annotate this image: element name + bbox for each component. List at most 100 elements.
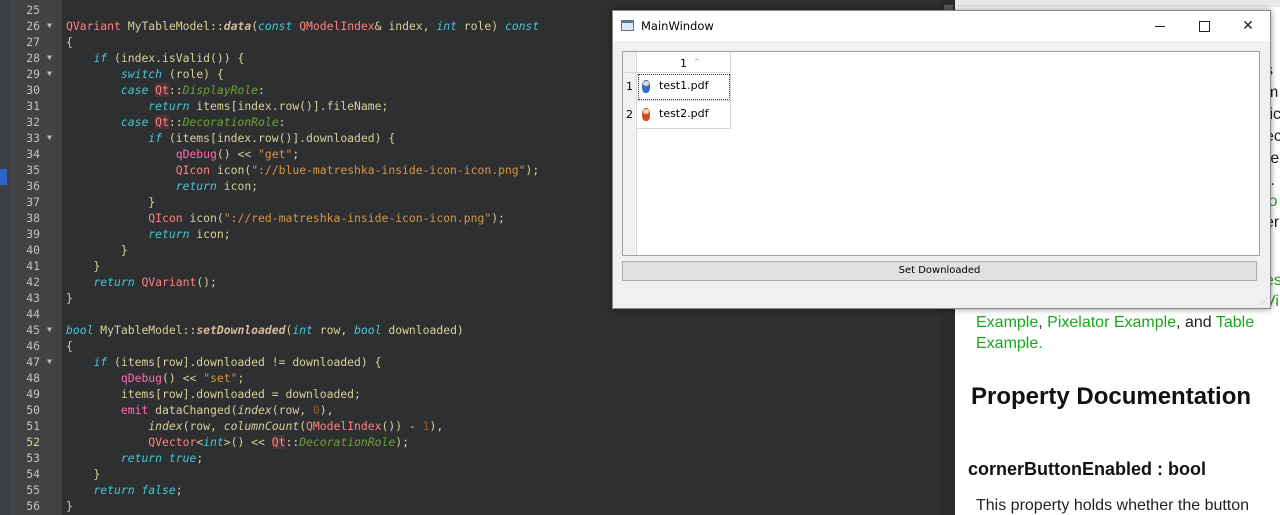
line-number: 41 xyxy=(26,259,40,273)
code-token: columnCount xyxy=(223,419,300,433)
code-text: if (items[row].downloaded != downloaded)… xyxy=(66,354,381,370)
code-text: items[row].downloaded = downloaded; xyxy=(66,386,361,402)
table-example-link[interactable]: Table xyxy=(1216,314,1254,331)
size-grip[interactable]: ⋰ xyxy=(1260,297,1268,306)
code-line[interactable]: 53 return true; xyxy=(0,450,955,466)
code-token: icon( xyxy=(210,163,252,177)
row-header-2[interactable]: 2 xyxy=(623,101,636,129)
code-token: return xyxy=(93,483,135,497)
fold-arrow-icon[interactable]: ▼ xyxy=(47,354,52,370)
cell-filename: test2.pdf xyxy=(659,107,709,120)
docs-top-bar xyxy=(955,0,1280,7)
code-text: } xyxy=(66,498,73,514)
column-header-1[interactable]: ^ 1 xyxy=(637,52,731,73)
pixelator-example-link[interactable]: Pixelator Example xyxy=(1047,314,1176,331)
row-header-1[interactable]: 1 xyxy=(623,73,636,101)
code-token: : xyxy=(258,83,265,97)
code-token: ; xyxy=(292,147,300,161)
code-token: : xyxy=(278,115,286,129)
title-bar[interactable]: MainWindow ✕ xyxy=(613,11,1270,41)
code-token: items[row].downloaded = downloaded; xyxy=(66,387,361,401)
example-links-line: Example, Pixelator Example, and Table xyxy=(976,314,1254,332)
fold-arrow-icon[interactable]: ▼ xyxy=(47,322,52,338)
code-token: if xyxy=(93,355,108,369)
code-line[interactable]: 47 ▼ if (items[row].downloaded != downloa… xyxy=(0,354,955,370)
fold-arrow-icon[interactable]: ▼ xyxy=(47,18,52,34)
line-number: 35 xyxy=(26,163,40,177)
code-line[interactable]: 51 index(row, columnCount(QModelIndex())… xyxy=(0,418,955,434)
code-token: 0 xyxy=(312,403,320,417)
code-token: } xyxy=(66,243,128,257)
line-number: 56 xyxy=(26,499,40,513)
line-number: 52 xyxy=(26,435,40,449)
minimize-button[interactable] xyxy=(1138,11,1182,41)
code-token: QIcon xyxy=(175,163,211,177)
code-text: return items[index.row()].fileName; xyxy=(66,98,388,114)
code-token: } xyxy=(66,467,101,481)
code-text: } xyxy=(66,290,73,306)
code-line[interactable]: 55 return false; xyxy=(0,482,955,498)
code-token: } xyxy=(66,291,73,305)
code-token: } xyxy=(66,499,73,513)
code-line[interactable]: 56} xyxy=(0,498,955,514)
maximize-button[interactable] xyxy=(1182,11,1226,41)
code-token: return xyxy=(120,451,163,465)
code-token: int xyxy=(292,323,313,337)
code-line[interactable]: 49 items[row].downloaded = downloaded; xyxy=(0,386,955,402)
code-token: ); xyxy=(395,435,409,449)
fold-arrow-icon[interactable]: ▼ xyxy=(47,50,52,66)
code-text: QVariant MyTableModel::data(const QModel… xyxy=(66,18,539,34)
window-app-icon xyxy=(621,20,634,31)
close-button[interactable]: ✕ xyxy=(1226,11,1270,41)
code-token: icon( xyxy=(182,211,224,225)
table-view[interactable]: ^ 1 1 2 test1.pdf test2.pdf xyxy=(622,51,1260,256)
code-line[interactable]: 46 { xyxy=(0,338,955,354)
code-line[interactable]: 50 emit dataChanged(index(row, 0), xyxy=(0,402,955,418)
code-text: QVector<int>() << Qt::DecorationRole); xyxy=(66,434,409,450)
code-text: case Qt::DisplayRole: xyxy=(66,82,265,98)
code-token: const xyxy=(258,19,293,33)
fold-arrow-icon[interactable]: ▼ xyxy=(47,130,52,146)
code-line[interactable]: 52 QVector<int>() << Qt::DecorationRole)… xyxy=(0,434,955,450)
main-window[interactable]: MainWindow ✕ ^ 1 1 2 test1.pdf test2.pdf… xyxy=(612,10,1271,309)
code-token: ; xyxy=(196,451,204,465)
code-text: { xyxy=(66,338,73,354)
code-token: Qt xyxy=(271,435,286,449)
close-icon: ✕ xyxy=(1242,18,1254,34)
set-downloaded-button[interactable]: Set Downloaded xyxy=(622,261,1257,281)
code-token: return xyxy=(175,179,217,193)
line-number: 26 xyxy=(26,19,40,33)
line-number: 53 xyxy=(26,451,40,465)
code-line[interactable]: 48 qDebug() << "set"; xyxy=(0,370,955,386)
line-number: 43 xyxy=(26,291,40,305)
code-line[interactable]: 45 ▼ bool MyTableModel::setDownloaded(int … xyxy=(0,322,955,338)
code-token: (items[index.row()].downloaded) { xyxy=(162,131,396,145)
code-text: return icon; xyxy=(66,178,258,194)
code-text: switch (role) { xyxy=(66,66,224,82)
fold-arrow-icon[interactable]: ▼ xyxy=(47,66,52,82)
code-token: 1 xyxy=(422,419,430,433)
line-number: 28 xyxy=(26,51,40,65)
corner-button[interactable] xyxy=(623,52,637,73)
code-token: icon; xyxy=(189,227,231,241)
code-token: Qt xyxy=(155,115,169,129)
code-token: (row, xyxy=(271,403,313,417)
example-link[interactable]: Example xyxy=(976,314,1038,331)
code-text: } xyxy=(66,466,100,482)
code-text: return QVariant(); xyxy=(66,274,216,290)
table-example-link-cont[interactable]: Example. xyxy=(976,335,1043,352)
table-cell[interactable]: test1.pdf xyxy=(637,73,731,101)
line-number: 29 xyxy=(26,67,40,81)
code-token: "set" xyxy=(203,371,238,385)
code-line[interactable]: 54 } xyxy=(0,466,955,482)
code-token: DisplayRole xyxy=(182,83,259,97)
code-token: bool xyxy=(66,323,94,337)
maximize-icon xyxy=(1198,20,1210,32)
table-cell[interactable]: test2.pdf xyxy=(637,101,731,129)
code-token: "://blue-matreshka-inside-icon-icon.png" xyxy=(251,163,526,177)
